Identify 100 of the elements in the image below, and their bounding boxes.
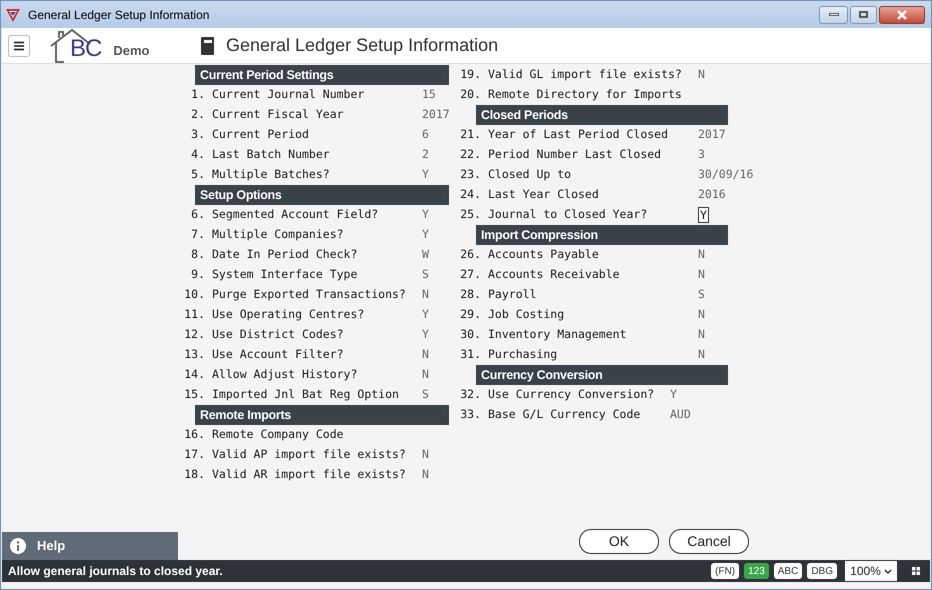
field-number: 32. bbox=[459, 386, 481, 404]
field-value[interactable]: N bbox=[422, 346, 429, 364]
minimize-button[interactable] bbox=[819, 6, 848, 24]
field-value[interactable]: 2017 bbox=[698, 126, 726, 144]
field-number: 15. bbox=[183, 386, 205, 404]
field-value[interactable]: 6 bbox=[422, 126, 429, 144]
field-label: Payroll bbox=[488, 286, 538, 304]
section-heading: Current Period Settings bbox=[195, 65, 449, 85]
field-number: 28. bbox=[459, 286, 481, 304]
field-number: 12. bbox=[183, 326, 205, 344]
field-number: 13. bbox=[183, 346, 205, 364]
field-number: 16. bbox=[183, 426, 205, 444]
field-label: Accounts Payable bbox=[488, 246, 600, 264]
field-value[interactable]: Y bbox=[422, 166, 429, 184]
field-value[interactable]: Y bbox=[698, 207, 709, 223]
field-number: 8. bbox=[190, 246, 205, 264]
section-heading: Remote Imports bbox=[195, 405, 449, 425]
field-label: Last Batch Number bbox=[212, 146, 331, 164]
maximize-icon bbox=[859, 11, 868, 18]
field-label: Valid AP import file exists? bbox=[212, 446, 407, 464]
logo-subtitle: Demo bbox=[113, 42, 150, 60]
field-value[interactable]: N bbox=[422, 446, 429, 464]
field-value[interactable]: Y bbox=[422, 326, 429, 344]
mode-indicator[interactable]: ABC bbox=[774, 563, 802, 579]
mode-indicator[interactable]: (FN) bbox=[711, 563, 740, 579]
close-button[interactable] bbox=[879, 6, 925, 24]
window-title: General Ledger Setup Information bbox=[28, 6, 210, 24]
field-number: 26. bbox=[459, 246, 481, 264]
field-label: Use Account Filter? bbox=[212, 346, 345, 364]
field-label: Segmented Account Field? bbox=[212, 206, 380, 224]
field-value[interactable]: N bbox=[698, 326, 705, 344]
field-value[interactable]: N bbox=[698, 66, 705, 84]
field-value[interactable]: 30/09/16 bbox=[698, 166, 754, 184]
field-label: Multiple Batches? bbox=[212, 166, 331, 184]
menu-icon bbox=[13, 40, 25, 50]
field-number: 33. bbox=[459, 406, 481, 424]
field-number: 10. bbox=[183, 286, 205, 304]
field-number: 23. bbox=[459, 166, 481, 184]
field-label: Valid GL import file exists? bbox=[488, 66, 683, 84]
field-label: Accounts Receivable bbox=[488, 266, 621, 284]
field-value[interactable]: N bbox=[698, 266, 705, 284]
mode-indicator[interactable]: 123 bbox=[744, 563, 769, 579]
field-number: 3. bbox=[190, 126, 205, 144]
field-label: Current Journal Number bbox=[212, 86, 366, 104]
dialog-button[interactable]: OK bbox=[579, 529, 659, 554]
logo-text: BC bbox=[70, 34, 102, 62]
field-value[interactable]: Y bbox=[422, 226, 429, 244]
field-number: 27. bbox=[459, 266, 481, 284]
page-title: General Ledger Setup Information bbox=[226, 34, 498, 57]
field-label: Date In Period Check? bbox=[212, 246, 358, 264]
field-number: 4. bbox=[190, 146, 205, 164]
field-value[interactable]: W bbox=[422, 246, 429, 264]
chevron-down-icon bbox=[884, 568, 892, 574]
field-number: 25. bbox=[459, 206, 481, 224]
dialog-button[interactable]: Cancel bbox=[669, 529, 749, 554]
field-value[interactable]: N bbox=[698, 246, 705, 264]
field-value[interactable]: Y bbox=[670, 386, 677, 404]
field-number: 18. bbox=[183, 466, 205, 484]
field-label: Multiple Companies? bbox=[212, 226, 345, 244]
zoom-dropdown[interactable]: 100% bbox=[845, 561, 897, 581]
field-label: Closed Up to bbox=[488, 166, 572, 184]
field-label: Use District Codes? bbox=[212, 326, 345, 344]
menu-button[interactable] bbox=[8, 34, 30, 56]
field-value[interactable]: N bbox=[422, 366, 429, 384]
section-heading: Closed Periods bbox=[476, 105, 728, 125]
field-number: 20. bbox=[459, 86, 481, 104]
field-number: 11. bbox=[183, 306, 205, 324]
field-value[interactable]: Y bbox=[422, 306, 429, 324]
field-value[interactable]: 2 bbox=[422, 146, 429, 164]
mode-indicator[interactable]: DBG bbox=[807, 563, 837, 579]
field-label: Current Fiscal Year bbox=[212, 106, 345, 124]
field-value[interactable]: S bbox=[422, 386, 429, 404]
field-value[interactable]: N bbox=[698, 346, 705, 364]
field-value[interactable]: AUD bbox=[670, 406, 691, 424]
field-number: 22. bbox=[459, 146, 481, 164]
section-heading: Setup Options bbox=[195, 185, 449, 205]
field-label: Current Period bbox=[212, 126, 310, 144]
field-label: Inventory Management bbox=[488, 326, 628, 344]
help-panel[interactable]: Help bbox=[2, 532, 178, 560]
field-value[interactable]: 2016 bbox=[698, 186, 726, 204]
field-label: System Interface Type bbox=[212, 266, 358, 284]
maximize-button[interactable] bbox=[850, 6, 877, 24]
field-label: Remote Company Code bbox=[212, 426, 345, 444]
info-icon bbox=[10, 538, 26, 554]
field-value[interactable]: S bbox=[698, 286, 705, 304]
field-value[interactable]: N bbox=[422, 466, 429, 484]
field-value[interactable]: 2017 bbox=[422, 106, 450, 124]
field-label: Use Currency Conversion? bbox=[488, 386, 656, 404]
field-value[interactable]: 3 bbox=[698, 146, 705, 164]
field-value[interactable]: S bbox=[422, 266, 429, 284]
field-number: 2. bbox=[190, 106, 205, 124]
grid-icon bbox=[912, 567, 920, 575]
field-value[interactable]: 15 bbox=[422, 86, 436, 104]
field-value[interactable]: Y bbox=[422, 206, 429, 224]
field-label: Purge Exported Transactions? bbox=[212, 286, 407, 304]
field-value[interactable]: N bbox=[698, 306, 705, 324]
field-number: 24. bbox=[459, 186, 481, 204]
field-value[interactable]: N bbox=[422, 286, 429, 304]
field-label: Purchasing bbox=[488, 346, 558, 364]
field-number: 21. bbox=[459, 126, 481, 144]
